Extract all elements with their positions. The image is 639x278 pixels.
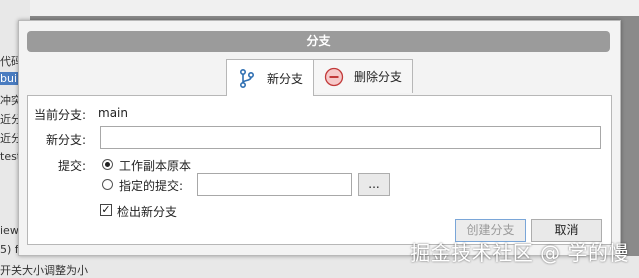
working-copy-radio[interactable] [102,159,113,170]
background-app-toolbar [0,0,639,16]
commit-label: 提交: [57,159,86,173]
new-branch-panel: 当前分支: main 新分支: 提交: 工作副本原本 指定的提交: ... ✓ … [27,95,612,245]
background-text: iew [0,224,19,237]
checkout-label: 检出新分支 [117,205,178,219]
checkout-checkbox[interactable]: ✓ [100,204,112,216]
specified-commit-label: 指定的提交: [119,179,184,193]
new-branch-label: 新分支: [45,133,86,147]
minus-circle-icon [324,67,344,87]
tab-label: 删除分支 [354,70,403,84]
watermark: 掘金技术社区 @ 学的慢 [410,241,629,265]
tab-delete-branch[interactable]: 删除分支 [313,59,413,93]
background-text: 开关大小调整为小 [0,264,88,277]
branch-icon [237,68,257,88]
current-branch-label: 当前分支: [33,108,86,122]
background-text: 5) f [0,243,19,256]
tab-new-branch[interactable]: 新分支 [226,59,314,96]
working-copy-label: 工作副本原本 [119,159,192,173]
branch-dialog: 分支 新分支 删除分支 当前分支: main 新分支: 提交: 工作副本原本 指… [18,20,621,256]
new-branch-name-input[interactable] [100,126,601,149]
tab-label: 新分支 [267,71,304,86]
specified-commit-input[interactable] [197,173,352,196]
specified-commit-radio[interactable] [102,179,113,190]
current-branch-value: main [98,106,128,120]
browse-commit-button[interactable]: ... [358,173,390,196]
dialog-title: 分支 [27,31,610,52]
